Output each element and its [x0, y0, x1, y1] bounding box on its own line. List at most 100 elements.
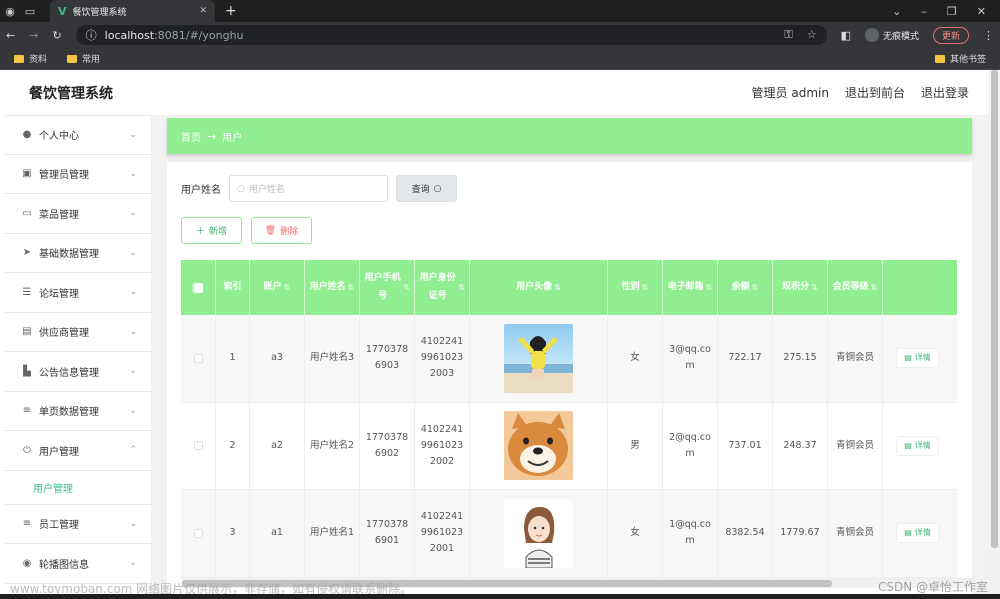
- new-tab-button[interactable]: +: [225, 3, 237, 19]
- sidebar-item-profile[interactable]: ● 个人中心 ⌄: [5, 115, 151, 155]
- vertical-scrollbar[interactable]: [989, 70, 1000, 599]
- back-to-front-link[interactable]: 退出到前台: [845, 84, 905, 101]
- breadcrumb-home[interactable]: 首页: [181, 129, 201, 144]
- select-all-checkbox[interactable]: [181, 260, 216, 315]
- row-checkbox[interactable]: [193, 353, 203, 363]
- minimize-icon[interactable]: –: [921, 5, 927, 18]
- info-icon[interactable]: ⓘ: [86, 27, 97, 43]
- row-checkbox[interactable]: [193, 441, 203, 451]
- sidebar-item-users[interactable]: ⏻ 用户管理 ⌃: [5, 431, 151, 471]
- chevron-down-icon: ⌄: [129, 287, 137, 298]
- action-buttons: ＋ 新增 🗑 删除: [181, 217, 312, 244]
- table-row[interactable]: 1 a3 用户姓名3 17703786903 41022419961023200…: [181, 315, 957, 403]
- column-header[interactable]: 现积分 ⇅: [773, 260, 828, 315]
- query-label: 查询: [411, 185, 430, 195]
- table-body: 1 a3 用户姓名3 17703786903 41022419961023200…: [181, 315, 957, 578]
- column-header[interactable]: 索引: [216, 260, 250, 315]
- forward-icon[interactable]: →: [29, 29, 38, 42]
- avatar[interactable]: [504, 498, 573, 568]
- sidebar-item-notice[interactable]: ▙ 公告信息管理 ⌄: [5, 352, 151, 392]
- delete-button[interactable]: 🗑 删除: [251, 217, 312, 244]
- sidebar-item-label: 基础数据管理: [39, 249, 99, 261]
- tab-strip-icon[interactable]: ▭: [20, 5, 40, 18]
- sidebar-item-label: 轮播图信息: [39, 559, 89, 571]
- key-icon[interactable]: ⚿: [784, 28, 792, 42]
- other-bookmarks[interactable]: 其他书签: [934, 52, 986, 65]
- detail-button[interactable]: ▤ 详情: [896, 435, 939, 456]
- sidebar-item-supplier[interactable]: ▤ 供应商管理 ⌄: [5, 313, 151, 352]
- sidebar-item-admin[interactable]: ▣ 管理员管理 ⌄: [5, 155, 151, 194]
- page-title: 餐饮管理系统: [29, 85, 113, 102]
- cell-level: 青铜会员: [828, 315, 883, 402]
- avatar[interactable]: [504, 411, 573, 481]
- incognito-indicator[interactable]: 无痕模式: [864, 28, 919, 42]
- avatar[interactable]: [504, 323, 573, 393]
- query-button[interactable]: 查询 ○: [396, 175, 457, 202]
- column-header[interactable]: 性别 ⇅: [608, 260, 663, 315]
- tab-list-icon[interactable]: ⌄: [892, 5, 901, 18]
- star-icon[interactable]: ☆: [807, 28, 817, 42]
- cell-gender: 女: [608, 315, 663, 402]
- chart-icon: ▙: [23, 365, 31, 377]
- chevron-down-icon: ⌄: [129, 558, 137, 569]
- browser-tabbar: ◉ ▭ V 餐饮管理系统 ✕ + ⌄ – ❐ ✕: [0, 0, 1000, 22]
- column-header-actions: [883, 260, 952, 315]
- scroll-thumb[interactable]: [991, 70, 998, 548]
- cell-email: 1@qq.com: [663, 490, 718, 577]
- table-row[interactable]: 3 a1 用户姓名1 17703786901 41022419961023200…: [181, 490, 957, 578]
- sort-icon[interactable]: ⇅: [284, 280, 291, 295]
- column-header[interactable]: 用户身份证号 ⇅: [415, 260, 470, 315]
- back-icon[interactable]: ←: [6, 29, 15, 42]
- add-button[interactable]: ＋ 新增: [181, 217, 242, 244]
- bookmark-folder-1[interactable]: 资料: [14, 52, 47, 65]
- sort-icon[interactable]: ⇅: [811, 280, 818, 295]
- breadcrumb: 首页 → 用户: [167, 118, 972, 154]
- sidebar-item-dishes[interactable]: ▭ 菜品管理 ⌄: [5, 194, 151, 234]
- column-header[interactable]: 电子邮箱 ⇅: [663, 260, 718, 315]
- sidebar-item-forum[interactable]: ☰ 论坛管理 ⌄: [5, 273, 151, 313]
- sort-icon[interactable]: ⇅: [458, 280, 465, 295]
- search-input[interactable]: ○ 用户姓名: [229, 175, 388, 202]
- cell-points: 248.37: [773, 402, 828, 489]
- detail-label: 详情: [914, 440, 931, 450]
- browser-logo-icon[interactable]: ◉: [0, 5, 20, 18]
- sliders-icon: ☰: [22, 286, 32, 298]
- detail-button[interactable]: ▤ 详情: [896, 523, 939, 544]
- reload-icon[interactable]: ↻: [52, 29, 61, 42]
- header-label: 性别: [621, 281, 640, 292]
- sidebar-toggle-icon[interactable]: ◧: [841, 29, 851, 42]
- sort-icon[interactable]: ⇅: [752, 280, 759, 295]
- table-row[interactable]: 2 a2 用户姓名2 17703786902 41022419961023200…: [181, 402, 957, 490]
- column-header[interactable]: 余额 ⇅: [718, 260, 773, 315]
- address-bar[interactable]: ⓘ localhost:8081/#/yonghu ⚿ ☆: [75, 25, 827, 45]
- restore-icon[interactable]: ❐: [947, 5, 957, 18]
- update-button[interactable]: 更新: [932, 26, 969, 44]
- detail-button[interactable]: ▤ 详情: [896, 348, 939, 369]
- sort-icon[interactable]: ⇅: [706, 280, 713, 295]
- column-header[interactable]: 用户姓名 ⇅: [305, 260, 360, 315]
- chevron-down-icon: ⌄: [129, 208, 137, 219]
- sidebar-item-staff[interactable]: ≡ 员工管理 ⌄: [5, 505, 151, 544]
- column-header[interactable]: 用户头像 ⇅: [470, 260, 608, 315]
- browser-tab[interactable]: V 餐饮管理系统 ✕: [50, 0, 215, 22]
- sort-icon[interactable]: ⇅: [554, 280, 561, 295]
- sidebar-subitem-users[interactable]: 用户管理: [5, 471, 151, 505]
- sort-icon[interactable]: ⇅: [642, 280, 649, 295]
- column-header[interactable]: 会员等级 ⇅: [828, 260, 883, 315]
- close-window-icon[interactable]: ✕: [977, 5, 986, 18]
- location-icon: ◉: [22, 557, 32, 569]
- row-checkbox[interactable]: [193, 528, 203, 538]
- sort-icon[interactable]: ⇅: [403, 280, 410, 295]
- sort-icon[interactable]: ⇅: [348, 280, 355, 295]
- logout-link[interactable]: 退出登录: [921, 84, 969, 101]
- sidebar-item-singlepage[interactable]: ≡ 单页数据管理 ⌄: [5, 392, 151, 431]
- menu-dots-icon[interactable]: ⋮: [983, 29, 994, 42]
- column-header[interactable]: 账户 ⇅: [250, 260, 305, 315]
- sort-icon[interactable]: ⇅: [871, 280, 878, 295]
- sidebar-item-basedata[interactable]: ➤ 基础数据管理 ⌄: [5, 234, 151, 273]
- column-header[interactable]: 用户手机号 ⇅: [360, 260, 415, 315]
- detail-label: 详情: [914, 353, 931, 363]
- close-tab-icon[interactable]: ✕: [199, 6, 207, 16]
- bookmark-folder-2[interactable]: 常用: [67, 52, 100, 65]
- sidebar-item-carousel[interactable]: ◉ 轮播图信息 ⌄: [5, 544, 151, 584]
